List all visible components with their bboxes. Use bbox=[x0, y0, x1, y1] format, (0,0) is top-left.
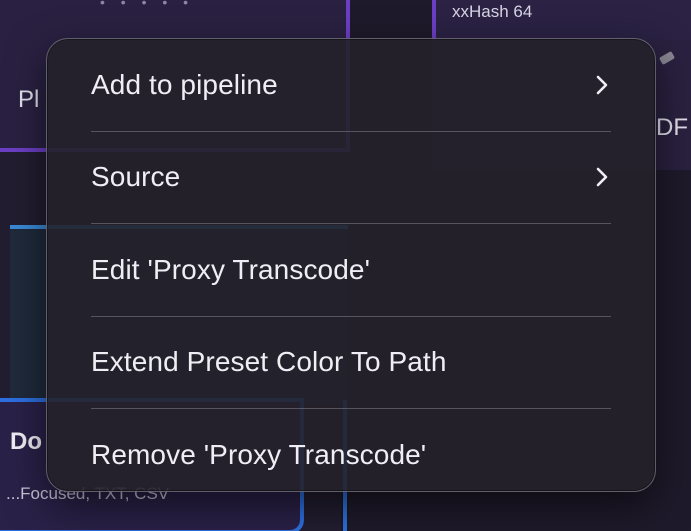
menu-item-source[interactable]: Source bbox=[91, 132, 611, 224]
menu-item-label: Extend Preset Color To Path bbox=[91, 346, 447, 378]
app-canvas: • • • • • Pl xxHash 64 DF Do ...Focused,… bbox=[0, 0, 691, 531]
background-node-dots: • • • • • bbox=[100, 0, 195, 10]
menu-item-add-to-pipeline[interactable]: Add to pipeline bbox=[91, 39, 611, 131]
context-menu: Add to pipeline Source Edit 'Proxy Trans… bbox=[46, 38, 656, 492]
background-node-title-right: DF bbox=[656, 114, 688, 141]
menu-item-label: Remove 'Proxy Transcode' bbox=[91, 438, 427, 470]
menu-item-edit-proxy-transcode[interactable]: Edit 'Proxy Transcode' bbox=[91, 224, 611, 316]
menu-item-remove-proxy-transcode[interactable]: Remove 'Proxy Transcode' bbox=[91, 409, 611, 501]
menu-item-label: Add to pipeline bbox=[91, 68, 278, 100]
menu-item-label: Source bbox=[91, 161, 181, 193]
chevron-right-icon bbox=[595, 166, 609, 188]
menu-item-extend-preset-color[interactable]: Extend Preset Color To Path bbox=[91, 317, 611, 409]
chevron-right-icon bbox=[595, 74, 609, 96]
background-node-title-left: Pl bbox=[18, 86, 40, 113]
background-node-xxhash-label: xxHash 64 bbox=[452, 2, 533, 21]
background-node-bottom-title: Do bbox=[10, 428, 42, 455]
menu-item-label: Edit 'Proxy Transcode' bbox=[91, 253, 371, 285]
